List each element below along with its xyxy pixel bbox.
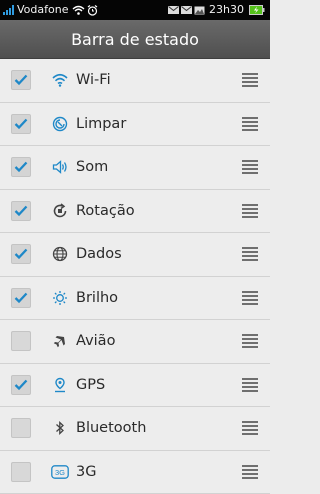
speaker-icon xyxy=(51,158,69,176)
alarm-icon xyxy=(87,5,98,16)
picture-icon xyxy=(194,6,205,15)
globe-icon xyxy=(51,245,69,263)
checkbox-wifi[interactable] xyxy=(11,70,31,90)
drag-handle-icon[interactable] xyxy=(242,117,258,131)
bluetooth-icon xyxy=(51,419,69,437)
list-item-limpar[interactable]: Limpar xyxy=(0,103,270,147)
list-item-wifi[interactable]: Wi-Fi xyxy=(0,59,270,103)
status-bar: Vodafone 23h30 xyxy=(0,0,270,20)
wifi-icon xyxy=(72,5,85,15)
drag-handle-icon[interactable] xyxy=(242,334,258,348)
checkmark-icon xyxy=(14,248,28,260)
drag-handle-icon[interactable] xyxy=(242,73,258,87)
item-label: Dados xyxy=(76,246,122,262)
wifi-icon xyxy=(51,71,69,89)
clean-icon xyxy=(51,115,69,133)
clock: 23h30 xyxy=(209,0,244,20)
checkbox-aviao[interactable] xyxy=(11,331,31,351)
signal-icon xyxy=(3,5,14,15)
battery-icon xyxy=(249,5,265,15)
3g-icon: 3G xyxy=(51,463,69,481)
drag-handle-icon[interactable] xyxy=(242,421,258,435)
checkmark-icon xyxy=(14,205,28,217)
airplane-icon xyxy=(51,332,69,350)
item-label: Limpar xyxy=(76,116,126,132)
list-item-brilho[interactable]: Brilho xyxy=(0,277,270,321)
checkmark-icon xyxy=(14,379,28,391)
drag-handle-icon[interactable] xyxy=(242,291,258,305)
checkbox-limpar[interactable] xyxy=(11,114,31,134)
checkbox-brilho[interactable] xyxy=(11,288,31,308)
checkmark-icon xyxy=(14,74,28,86)
gps-icon xyxy=(51,376,69,394)
list-item-aviao[interactable]: Avião xyxy=(0,320,270,364)
list-item-rotacao[interactable]: Rotação xyxy=(0,190,270,234)
checkbox-3g[interactable] xyxy=(11,462,31,482)
item-label: Avião xyxy=(76,333,115,349)
item-label: Wi-Fi xyxy=(76,72,111,88)
toggle-list: Wi-Fi Limpar Som xyxy=(0,59,270,494)
checkmark-icon xyxy=(14,161,28,173)
drag-handle-icon[interactable] xyxy=(242,204,258,218)
checkbox-bluetooth[interactable] xyxy=(11,418,31,438)
brightness-icon xyxy=(51,289,69,307)
mail-icon xyxy=(168,6,179,14)
item-label: Som xyxy=(76,159,108,175)
item-label: 3G xyxy=(76,464,96,480)
checkbox-rotacao[interactable] xyxy=(11,201,31,221)
mail-icon xyxy=(181,6,192,14)
checkmark-icon xyxy=(14,292,28,304)
item-label: Bluetooth xyxy=(76,420,146,436)
carrier-name: Vodafone xyxy=(17,0,68,20)
drag-handle-icon[interactable] xyxy=(242,378,258,392)
checkmark-icon xyxy=(14,118,28,130)
list-item-3g[interactable]: 3G 3G xyxy=(0,451,270,494)
list-item-bluetooth[interactable]: Bluetooth xyxy=(0,407,270,451)
list-item-gps[interactable]: GPS xyxy=(0,364,270,408)
drag-handle-icon[interactable] xyxy=(242,160,258,174)
svg-text:3G: 3G xyxy=(55,468,65,477)
list-item-som[interactable]: Som xyxy=(0,146,270,190)
item-label: GPS xyxy=(76,377,105,393)
rotation-icon xyxy=(51,202,69,220)
checkbox-som[interactable] xyxy=(11,157,31,177)
checkbox-gps[interactable] xyxy=(11,375,31,395)
drag-handle-icon[interactable] xyxy=(242,465,258,479)
item-label: Rotação xyxy=(76,203,135,219)
item-label: Brilho xyxy=(76,290,118,306)
page-title: Barra de estado xyxy=(0,20,270,59)
list-item-dados[interactable]: Dados xyxy=(0,233,270,277)
drag-handle-icon[interactable] xyxy=(242,247,258,261)
checkbox-dados[interactable] xyxy=(11,244,31,264)
